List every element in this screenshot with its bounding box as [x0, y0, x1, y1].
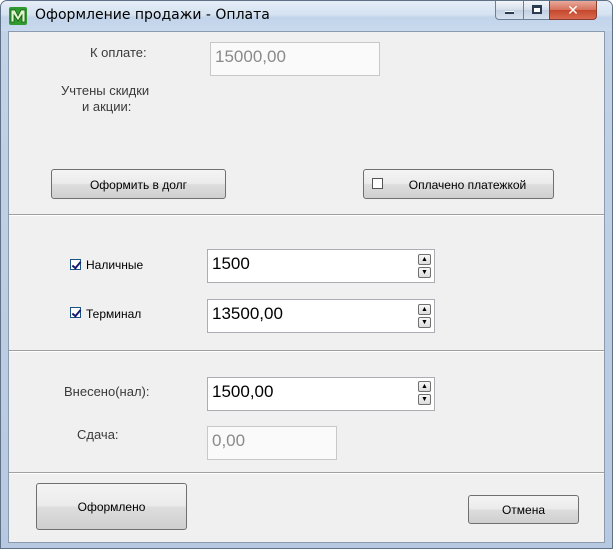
- debt-button[interactable]: Оформить в долг: [51, 169, 226, 199]
- separator-bottom: [9, 472, 604, 474]
- cash-label: Наличные: [86, 258, 144, 272]
- deposited-input[interactable]: 1500,00: [207, 377, 435, 411]
- separator-top: [9, 214, 604, 216]
- done-button-label: Оформлено: [77, 500, 146, 514]
- separator-middle: [9, 350, 604, 352]
- terminal-spinner[interactable]: ▲ ▼: [418, 304, 434, 330]
- to-pay-field: 15000,00: [210, 42, 380, 76]
- cancel-button-label: Отмена: [501, 503, 546, 517]
- spin-up-icon[interactable]: ▲: [418, 381, 431, 392]
- dialog-body: К оплате: 15000,00 Учтены скидки и акции…: [8, 31, 605, 543]
- terminal-checkbox[interactable]: [70, 307, 81, 318]
- debt-button-label: Оформить в долг: [89, 178, 188, 192]
- spin-down-icon[interactable]: ▼: [418, 317, 431, 328]
- paid-by-order-button[interactable]: Оплачено платежкой: [363, 169, 554, 199]
- cash-amount-value: 1500: [212, 254, 250, 273]
- spin-down-icon[interactable]: ▼: [418, 267, 431, 278]
- discounts-label-line2: и акции:: [82, 99, 132, 114]
- sale-payment-window: Оформление продажи - Оплата ✕ К оплате: …: [0, 0, 613, 549]
- minimize-button[interactable]: [495, 1, 524, 20]
- to-pay-label: К оплате:: [90, 45, 147, 60]
- done-button[interactable]: Оформлено: [36, 483, 187, 530]
- change-value: 0,00: [212, 431, 246, 450]
- close-button[interactable]: ✕: [549, 1, 597, 20]
- terminal-amount-value: 13500,00: [212, 304, 283, 323]
- close-icon: ✕: [567, 2, 579, 18]
- terminal-amount-input[interactable]: 13500,00: [207, 299, 435, 333]
- spin-up-icon[interactable]: ▲: [418, 304, 431, 315]
- discounts-label-line1: Учтены скидки: [61, 83, 150, 98]
- cash-amount-input[interactable]: 1500: [207, 249, 435, 283]
- paid-by-order-label: Оплачено платежкой: [408, 178, 527, 192]
- window-title: Оформление продажи - Оплата: [35, 7, 270, 23]
- maximize-icon: [532, 5, 542, 14]
- change-field: 0,00: [207, 426, 337, 460]
- spin-down-icon[interactable]: ▼: [418, 394, 431, 405]
- minimize-icon: [505, 11, 514, 14]
- title-bar[interactable]: Оформление продажи - Оплата ✕: [1, 1, 612, 31]
- app-logo-icon: [9, 7, 27, 25]
- change-label: Сдача:: [77, 427, 119, 442]
- cash-checkbox[interactable]: [70, 259, 81, 270]
- maximize-button[interactable]: [523, 1, 550, 20]
- paid-by-order-checkbox[interactable]: [372, 178, 383, 189]
- deposited-value: 1500,00: [212, 382, 274, 401]
- terminal-label: Терминал: [86, 307, 142, 321]
- to-pay-value: 15000,00: [215, 47, 286, 66]
- spin-up-icon[interactable]: ▲: [418, 254, 431, 265]
- deposited-label: Внесено(нал):: [64, 384, 150, 399]
- cancel-button[interactable]: Отмена: [468, 495, 579, 524]
- cash-spinner[interactable]: ▲ ▼: [418, 254, 434, 280]
- deposited-spinner[interactable]: ▲ ▼: [418, 381, 434, 407]
